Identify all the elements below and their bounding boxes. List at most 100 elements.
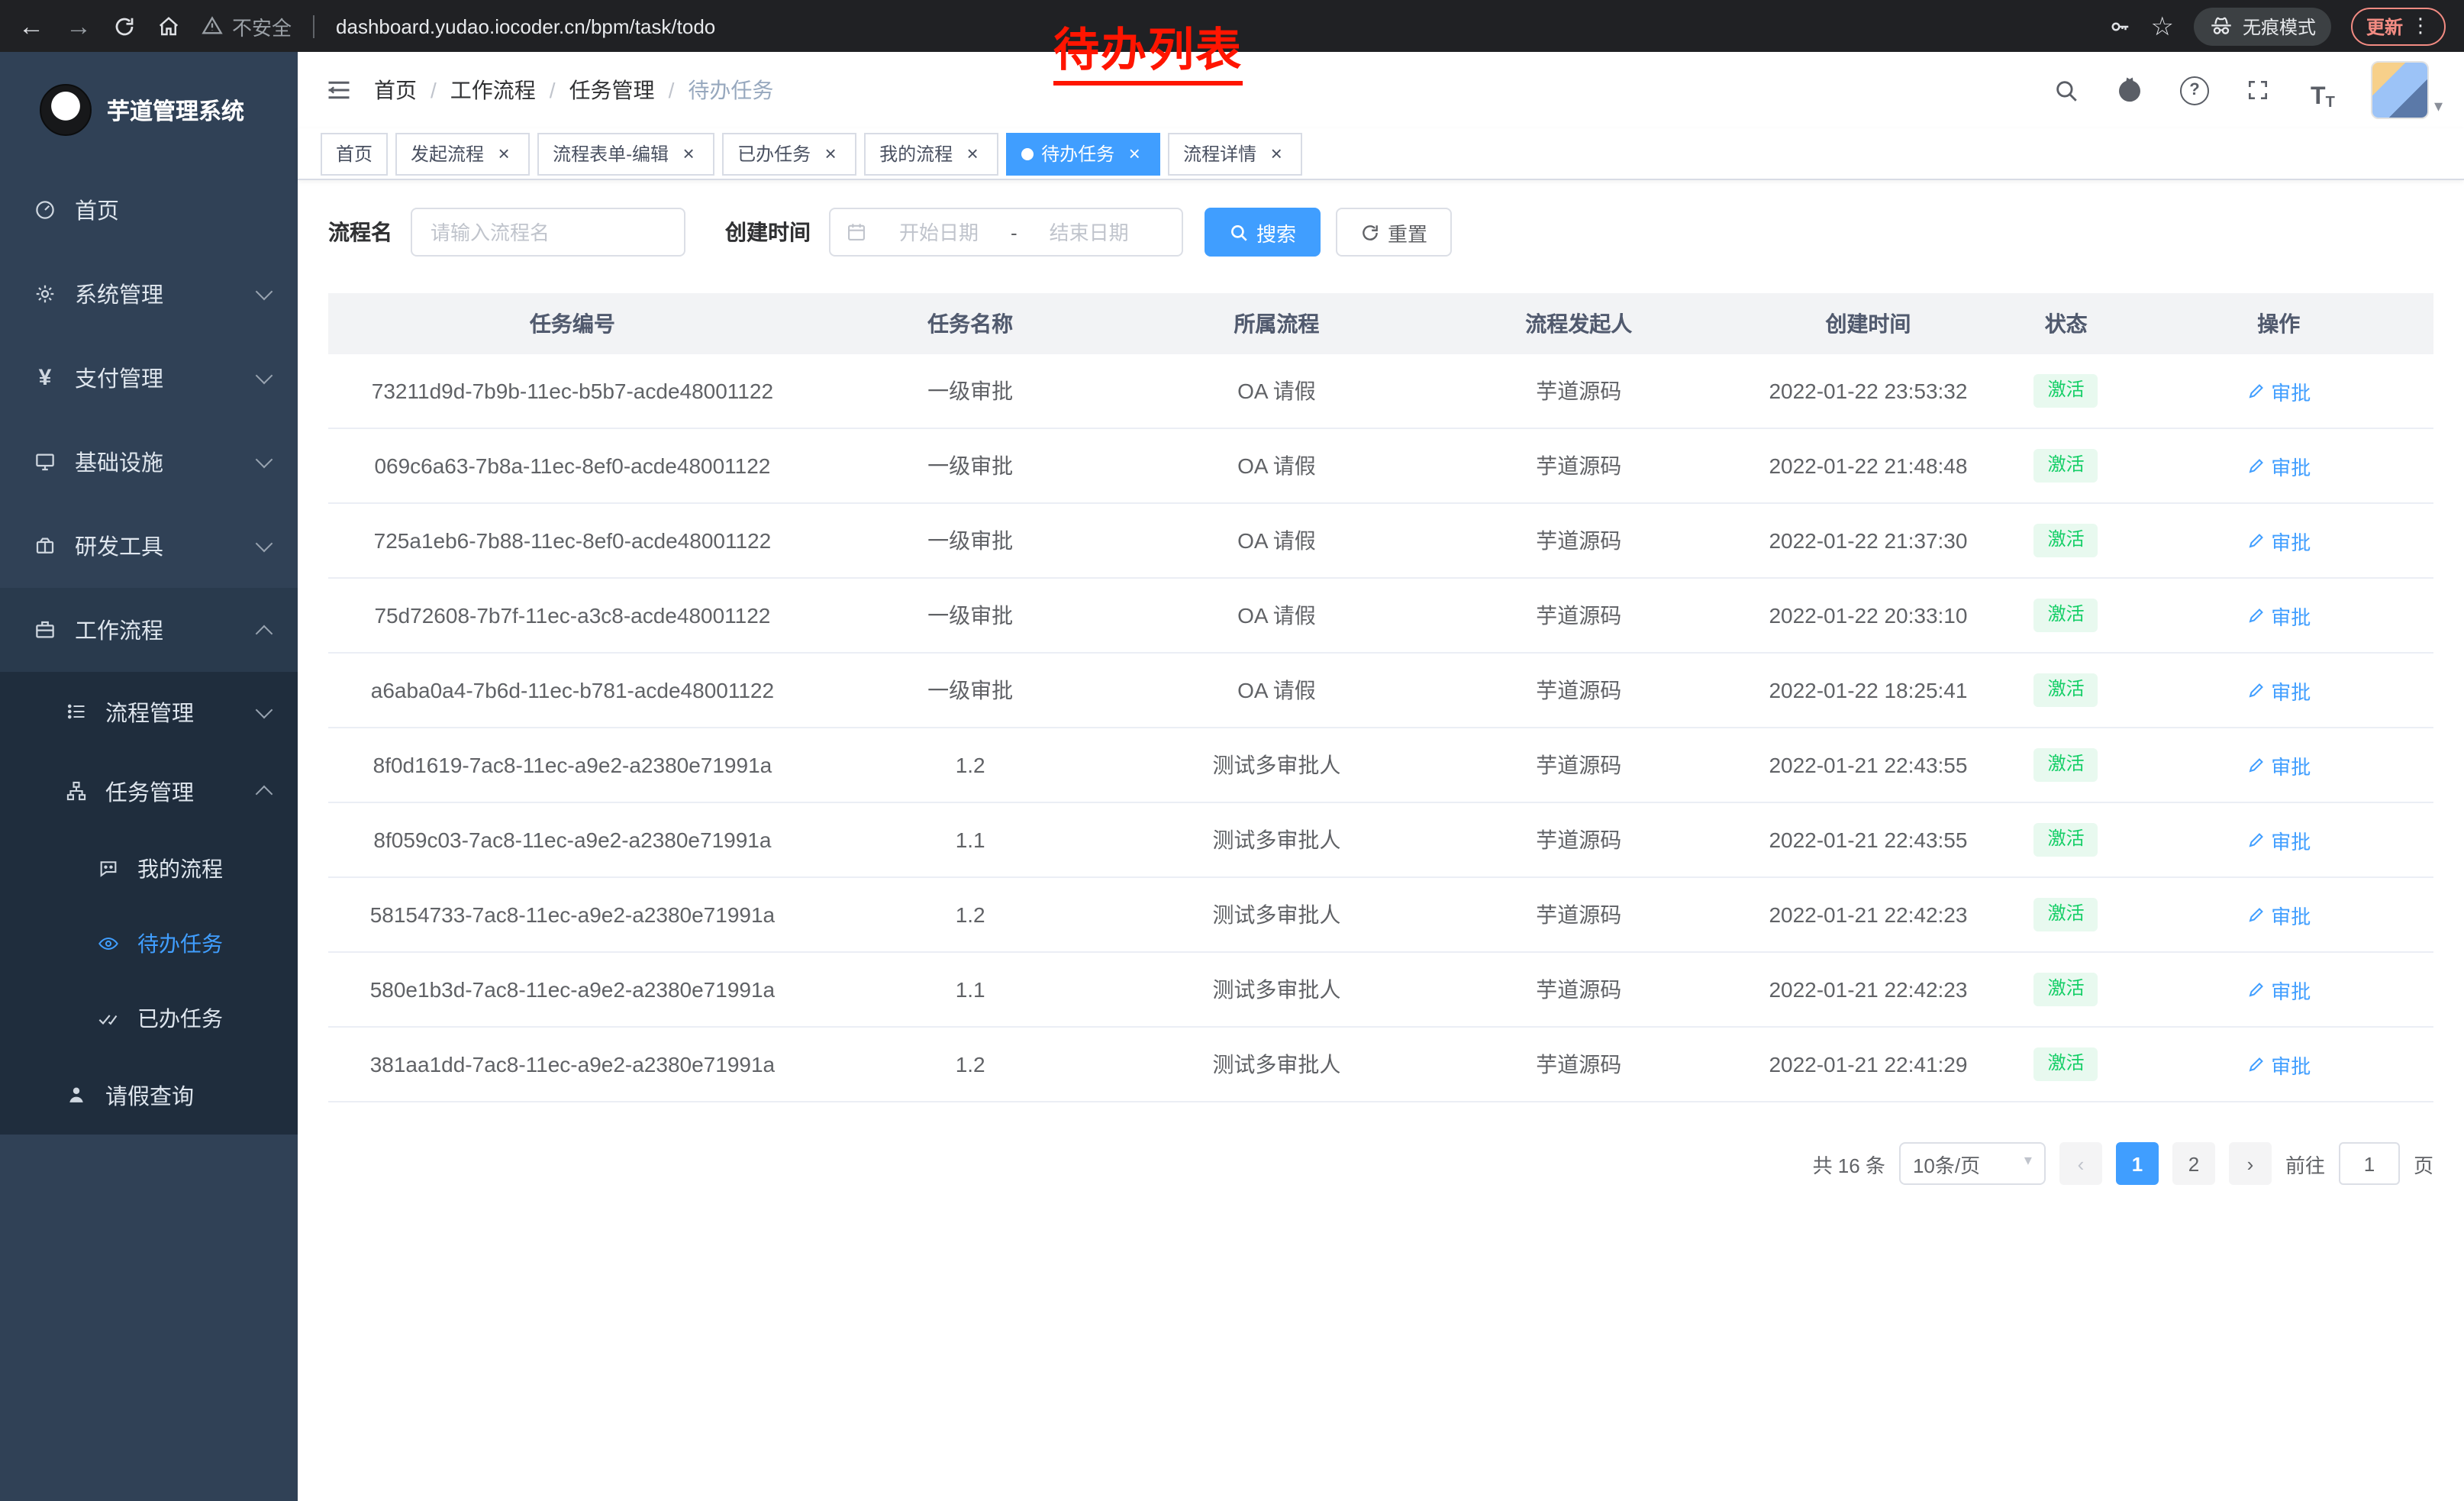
tab-close-icon[interactable]: × — [820, 143, 841, 164]
tab-6[interactable]: 流程详情× — [1168, 132, 1302, 175]
tab-3[interactable]: 已办任务× — [722, 132, 856, 175]
approve-link[interactable]: 审批 — [2246, 1050, 2311, 1079]
approve-link[interactable]: 审批 — [2246, 376, 2311, 405]
sidebar-item-system[interactable]: 系统管理 — [0, 252, 298, 336]
task-id-cell: 381aa1dd-7ac8-11ec-a9e2-a2380e71991a — [328, 1052, 817, 1077]
tab-2[interactable]: 流程表单-编辑× — [537, 132, 714, 175]
table-row[interactable]: 75d72608-7b7f-11ec-a3c8-acde48001122 一级审… — [328, 579, 2433, 654]
user-menu[interactable]: ▾ — [2372, 61, 2443, 119]
home-icon[interactable] — [157, 15, 180, 37]
task-name-cell: 一级审批 — [817, 600, 1124, 631]
tab-close-icon[interactable]: × — [962, 143, 983, 164]
approve-link[interactable]: 审批 — [2246, 975, 2311, 1004]
sidebar-item-home[interactable]: 首页 — [0, 168, 298, 252]
key-icon[interactable] — [2108, 15, 2130, 37]
search-button[interactable]: 搜索 — [1205, 208, 1321, 257]
tab-close-icon[interactable]: × — [678, 143, 699, 164]
table-row[interactable]: 8f0d1619-7ac8-11ec-a9e2-a2380e71991a 1.2… — [328, 728, 2433, 803]
prev-page-button[interactable]: ‹ — [2059, 1142, 2102, 1185]
tab-0[interactable]: 首页 — [321, 132, 388, 175]
sidebar-item-my-process[interactable]: 我的流程 — [0, 831, 298, 905]
table-row[interactable]: 73211d9d-7b9b-11ec-b5b7-acde48001122 一级审… — [328, 354, 2433, 429]
refresh-icon[interactable] — [113, 15, 136, 37]
table-row[interactable]: 580e1b3d-7ac8-11ec-a9e2-a2380e71991a 1.1… — [328, 953, 2433, 1028]
security-indicator[interactable]: 不安全 — [202, 11, 292, 40]
approve-link[interactable]: 审批 — [2246, 526, 2311, 555]
fullscreen-icon[interactable] — [2237, 69, 2280, 111]
breadcrumb-item[interactable]: 任务管理 — [569, 75, 655, 105]
status-cell: 激活 — [2008, 823, 2124, 856]
table-row[interactable]: 381aa1dd-7ac8-11ec-a9e2-a2380e71991a 1.2… — [328, 1028, 2433, 1102]
forward-icon[interactable]: → — [66, 13, 92, 39]
page-button-2[interactable]: 2 — [2172, 1142, 2215, 1185]
tab-close-icon[interactable]: × — [1124, 143, 1145, 164]
table-row[interactable]: 725a1eb6-7b88-11ec-8ef0-acde48001122 一级审… — [328, 504, 2433, 579]
tab-label: 我的流程 — [879, 140, 953, 166]
sidebar-item-process-mgmt[interactable]: 流程管理 — [0, 672, 298, 751]
edit-icon — [2246, 457, 2265, 475]
kebab-menu-icon[interactable]: ⋮ — [2411, 14, 2430, 38]
table-row[interactable]: a6aba0a4-7b6d-11ec-b781-acde48001122 一级审… — [328, 654, 2433, 728]
github-icon[interactable] — [2109, 69, 2152, 111]
reset-button[interactable]: 重置 — [1336, 208, 1452, 257]
font-size-icon[interactable]: TT — [2301, 69, 2344, 111]
process-name-input[interactable] — [411, 208, 685, 257]
update-label: 更新 — [2366, 13, 2403, 39]
status-badge: 激活 — [2034, 524, 2098, 557]
sidebar-item-done-task[interactable]: 已办任务 — [0, 980, 298, 1055]
sidebar-item-workflow[interactable]: 工作流程 — [0, 588, 298, 672]
approve-link-label: 审批 — [2271, 676, 2311, 705]
edit-icon — [2246, 831, 2265, 849]
back-icon[interactable]: ← — [18, 13, 44, 39]
table-row[interactable]: 069c6a63-7b8a-11ec-8ef0-acde48001122 一级审… — [328, 429, 2433, 504]
approve-link[interactable]: 审批 — [2246, 601, 2311, 630]
caret-down-icon: ▾ — [2024, 1154, 2032, 1173]
table-row[interactable]: 58154733-7ac8-11ec-a9e2-a2380e71991a 1.2… — [328, 878, 2433, 953]
task-id-cell: 58154733-7ac8-11ec-a9e2-a2380e71991a — [328, 902, 817, 927]
address-bar[interactable]: dashboard.yudao.iocoder.cn/bpm/task/todo — [336, 15, 715, 37]
tab-1[interactable]: 发起流程× — [395, 132, 530, 175]
approve-link[interactable]: 审批 — [2246, 750, 2311, 780]
incognito-icon — [2209, 15, 2233, 37]
approve-link[interactable]: 审批 — [2246, 451, 2311, 480]
action-cell: 审批 — [2124, 601, 2433, 630]
end-date-input[interactable] — [1027, 219, 1152, 245]
next-page-button[interactable]: › — [2229, 1142, 2272, 1185]
page-button-1[interactable]: 1 — [2116, 1142, 2159, 1185]
approve-link[interactable]: 审批 — [2246, 900, 2311, 929]
sidebar-item-devtools[interactable]: 研发工具 — [0, 504, 298, 588]
search-icon[interactable] — [2045, 69, 2088, 111]
goto-page-input[interactable] — [2339, 1142, 2400, 1185]
sidebar-item-label: 系统管理 — [75, 278, 241, 310]
sidebar-item-leave-query[interactable]: 请假查询 — [0, 1055, 298, 1135]
tab-5[interactable]: 待办任务× — [1006, 132, 1160, 175]
tab-close-icon[interactable]: × — [493, 143, 514, 164]
help-icon[interactable]: ? — [2173, 69, 2216, 111]
page-size-select[interactable]: 10条/页 ▾ — [1899, 1142, 2046, 1185]
tab-close-icon[interactable]: × — [1266, 143, 1287, 164]
breadcrumb-item[interactable]: 工作流程 — [450, 75, 536, 105]
task-id-cell: a6aba0a4-7b6d-11ec-b781-acde48001122 — [328, 678, 817, 702]
approve-link[interactable]: 审批 — [2246, 825, 2311, 854]
sidebar-item-payment[interactable]: ¥ 支付管理 — [0, 336, 298, 420]
user-avatar[interactable] — [2372, 61, 2430, 119]
sidebar-toggle-icon[interactable] — [325, 76, 353, 104]
bookmark-star-icon[interactable]: ☆ — [2150, 13, 2174, 39]
status-cell: 激活 — [2008, 374, 2124, 407]
update-chip[interactable]: 更新 ⋮ — [2351, 7, 2446, 45]
sidebar-item-infrastructure[interactable]: 基础设施 — [0, 420, 298, 504]
monitor-icon — [32, 450, 58, 473]
approve-link[interactable]: 审批 — [2246, 676, 2311, 705]
table-body: 73211d9d-7b9b-11ec-b5b7-acde48001122 一级审… — [328, 354, 2433, 1102]
start-date-input[interactable] — [876, 219, 1001, 245]
sidebar-item-task-mgmt[interactable]: 任务管理 — [0, 751, 298, 831]
starter-cell: 芋道源码 — [1429, 675, 1728, 705]
tab-4[interactable]: 我的流程 × — [864, 132, 998, 175]
sidebar-item-todo-task[interactable]: 待办任务 — [0, 905, 298, 980]
task-name-cell: 1.2 — [817, 1052, 1124, 1077]
search-button-label: 搜索 — [1256, 218, 1296, 247]
breadcrumb-item[interactable]: 首页 — [374, 75, 417, 105]
date-range-picker[interactable]: - — [829, 208, 1183, 257]
table-row[interactable]: 8f059c03-7ac8-11ec-a9e2-a2380e71991a 1.1… — [328, 803, 2433, 878]
approve-link-label: 审批 — [2271, 825, 2311, 854]
